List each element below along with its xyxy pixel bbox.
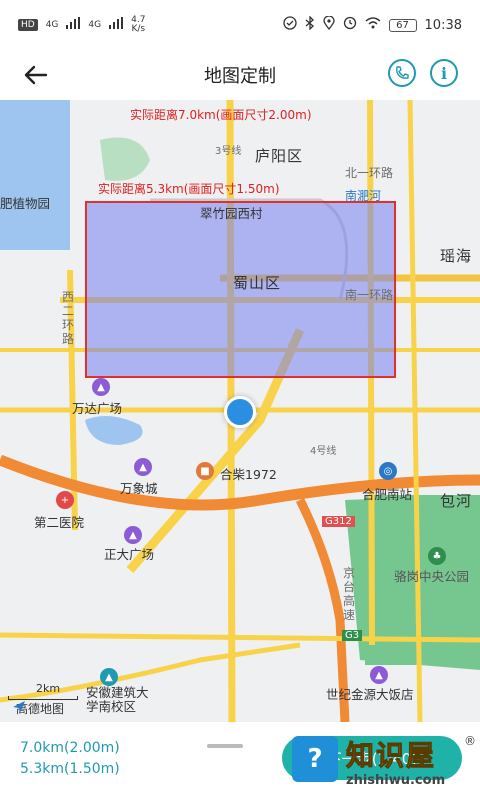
- poi-label-park[interactable]: 骆岗中央公园: [394, 566, 469, 585]
- signal-b-label: 4G: [88, 19, 102, 30]
- map-brand: 高德地图: [12, 700, 64, 717]
- signal-bars-icon-2: [109, 17, 124, 33]
- info-button[interactable]: i: [430, 59, 458, 87]
- battery-level: 67: [388, 18, 417, 32]
- status-time: 10:38: [424, 17, 462, 33]
- poi-label-hechai[interactable]: 合柴1972: [220, 464, 277, 483]
- poi-label-station[interactable]: 合肥南站: [362, 484, 412, 503]
- poi-label-hotel[interactable]: 世纪金源大饭店: [326, 684, 414, 703]
- district-label-baohe: 包河: [440, 492, 473, 510]
- road-label-metro-3: 3号线: [215, 146, 242, 157]
- hd-call-icon: [282, 16, 297, 34]
- road-label-g312: G312: [322, 516, 355, 527]
- poi-wanda-icon[interactable]: ▲: [92, 378, 110, 396]
- next-step-button[interactable]: 下一步(1/40): [282, 736, 462, 780]
- district-label-yaohai: 瑶海: [440, 247, 473, 265]
- poi-station-icon[interactable]: ◎: [379, 462, 397, 480]
- poi-label-zhengda[interactable]: 正大广场: [104, 544, 154, 563]
- net-speed: 4.7 K/s: [131, 16, 145, 34]
- header-actions: i: [388, 59, 458, 87]
- width-readout: 7.0km(2.00m): [20, 740, 120, 756]
- phone-button[interactable]: [388, 59, 416, 87]
- lake-south: [85, 416, 143, 445]
- map-scale-label: 2km: [36, 682, 61, 695]
- status-left: HD 4G 4G 4.7 K/s: [18, 16, 145, 34]
- district-label-luyang: 庐阳区: [255, 147, 304, 165]
- location-dot-icon: [224, 396, 256, 428]
- area-label-cuizhuyuan: 翠竹园西村: [200, 206, 263, 221]
- hd-badge: HD: [18, 19, 38, 31]
- area-label-botanical: 肥植物园: [0, 196, 51, 211]
- arrow-left-icon: [24, 65, 48, 85]
- panel-drag-handle[interactable]: [207, 744, 243, 748]
- road-label-jingtai: 京台高速: [343, 566, 356, 622]
- net-speed-unit: K/s: [131, 24, 146, 34]
- poi-label-mixc[interactable]: 万象城: [120, 478, 158, 497]
- status-right: 67 10:38: [282, 15, 462, 34]
- poi-mixc-icon[interactable]: ▲: [134, 458, 152, 476]
- selection-distance-top: 实际距离7.0km(画面尺寸2.00m): [130, 108, 312, 122]
- poi-label-university[interactable]: 安徽建筑大学南校区: [86, 686, 152, 714]
- app-header: 地图定制 i: [0, 50, 480, 100]
- poi-zhengda-icon[interactable]: ▲: [124, 526, 142, 544]
- poi-hotel-icon[interactable]: ▲: [370, 666, 388, 684]
- poi-hechai-icon[interactable]: ■: [196, 462, 214, 480]
- location-status-icon: [322, 15, 335, 34]
- district-label-shushan: 蜀山区: [233, 274, 282, 292]
- wifi-icon: [365, 17, 381, 33]
- park-small: [100, 137, 150, 181]
- poi-label-hospital[interactable]: 第二医院: [34, 512, 84, 531]
- phone-icon: [396, 66, 409, 79]
- alarm-icon: [343, 16, 357, 34]
- road-label-west-ring: 西二环路: [62, 290, 75, 346]
- water-label-nanfei: 南淝河: [345, 189, 382, 203]
- bluetooth-icon: [305, 15, 315, 34]
- poi-label-wanda[interactable]: 万达广场: [72, 398, 122, 417]
- map-view[interactable]: 实际距离7.0km(画面尺寸2.00m) 实际距离5.3km(画面尺寸1.50m…: [0, 100, 480, 722]
- poi-university-icon[interactable]: ▲: [100, 668, 118, 686]
- poi-park-icon[interactable]: ♣: [428, 547, 446, 565]
- signal-bars-icon: [66, 17, 81, 33]
- back-button[interactable]: [20, 59, 52, 91]
- road-label-south-ring: 南一环路: [345, 288, 394, 302]
- signal-a-label: 4G: [45, 19, 59, 30]
- status-bar: HD 4G 4G 4.7 K/s 67 10:38: [0, 0, 480, 50]
- road-label-metro-4: 4号线: [310, 446, 337, 457]
- poi-hospital-icon[interactable]: +: [56, 491, 74, 509]
- road-label-north-ring: 北一环路: [345, 166, 394, 180]
- selection-distance-side: 实际距离5.3km(画面尺寸1.50m): [98, 182, 280, 196]
- bottom-panel: 7.0km(2.00m) 5.3km(1.50m) 下一步(1/40): [0, 722, 480, 800]
- info-icon: i: [440, 63, 448, 83]
- height-readout: 5.3km(1.50m): [20, 761, 120, 777]
- road-label-g3: G3: [342, 630, 363, 641]
- distance-readout: 7.0km(2.00m) 5.3km(1.50m): [20, 738, 120, 780]
